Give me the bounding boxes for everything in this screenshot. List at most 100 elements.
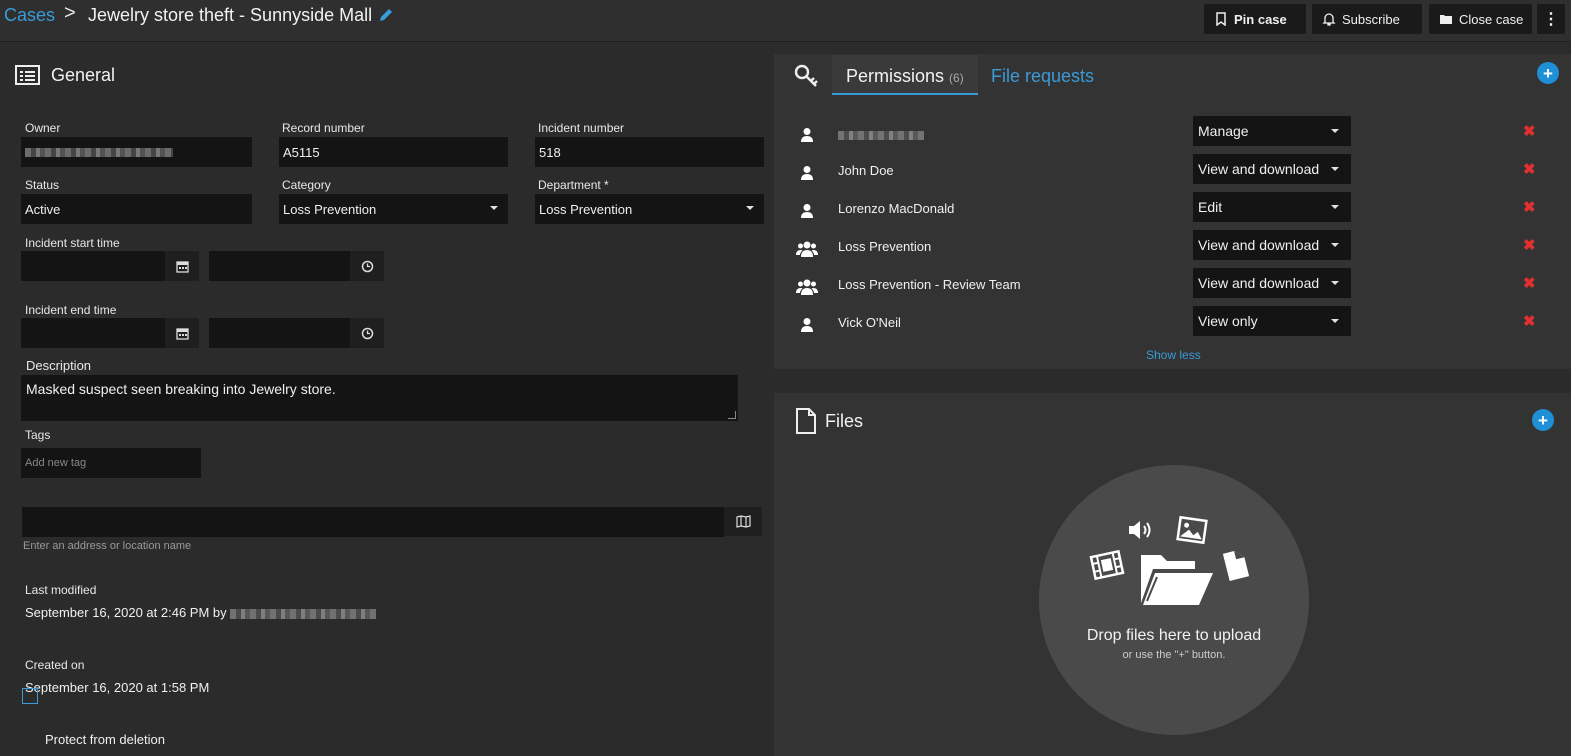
pin-case-label: Pin case [1234,11,1287,27]
clock-icon [361,327,373,339]
permission-name: Loss Prevention - Review Team [838,277,1021,292]
bell-icon [1322,13,1336,26]
incident-start-label: Incident start time [25,236,120,250]
remove-permission-icon[interactable]: ✖ [1523,198,1536,216]
end-time-input[interactable] [209,318,350,348]
permission-value: View and download [1198,237,1320,253]
location-input[interactable] [22,507,724,537]
pencil-icon[interactable] [378,7,394,23]
status-field[interactable]: Active [21,194,252,224]
incident-end-label: Incident end time [25,303,117,317]
calendar-icon [175,260,189,273]
incident-number-field[interactable]: 518 [535,137,764,167]
pin-case-button[interactable]: Pin case [1204,4,1306,34]
permission-row: John Doe View and download ✖ [774,154,1571,192]
category-select[interactable]: Loss Prevention [279,194,508,224]
file-drop-zone[interactable]: Drop files here to upload or use the "+"… [1039,465,1309,735]
permission-select[interactable]: View and download [1193,268,1351,298]
end-date-picker-button[interactable] [165,318,199,348]
tab-permissions[interactable]: Permissions (6) [832,55,978,95]
film-icon [1089,549,1125,584]
user-icon [800,317,814,338]
caret-down-icon [1331,243,1339,247]
redacted-modifier [230,608,377,619]
breadcrumb-cases-link[interactable]: Cases [4,5,55,26]
remove-permission-icon[interactable]: ✖ [1523,236,1536,254]
files-title: Files [825,411,864,431]
page-title: Jewelry store theft - Sunnyside Mall [88,5,373,25]
description-textarea[interactable]: Masked suspect seen breaking into Jewelr… [21,375,738,421]
owner-field[interactable] [21,137,252,167]
drop-zone-title: Drop files here to upload [1086,627,1262,644]
record-number-field[interactable]: A5115 [279,137,508,167]
start-time-input[interactable] [209,251,350,281]
permission-select[interactable]: View and download [1193,230,1351,260]
end-time-picker-button[interactable] [350,318,384,348]
permission-value: Edit [1198,199,1223,215]
status-label: Status [25,178,60,192]
file-icon [1222,549,1250,586]
user-icon [800,127,814,148]
permission-value: View only [1198,313,1258,329]
open-folder-icon [1139,551,1215,612]
permission-name: Lorenzo MacDonald [838,201,955,216]
resize-handle-icon[interactable] [728,411,736,419]
bookmark-icon [1216,12,1226,26]
start-time-picker-button[interactable] [350,251,384,281]
created-on-label: Created on [25,658,85,672]
permission-select[interactable]: View only [1193,306,1351,336]
permission-value: Manage [1198,123,1249,139]
document-icon [795,408,817,439]
user-icon [800,165,814,186]
permission-row: Loss Prevention - Review Team View and do… [774,268,1571,306]
image-icon [1176,515,1208,548]
add-permission-button[interactable]: + [1537,62,1559,84]
permission-select[interactable]: Manage [1193,116,1351,146]
end-date-input[interactable] [21,318,165,348]
remove-permission-icon[interactable]: ✖ [1523,122,1536,140]
caret-down-icon [1331,281,1339,285]
remove-permission-icon[interactable]: ✖ [1523,160,1536,178]
permission-name: Vick O'Neil [838,315,901,330]
start-date-picker-button[interactable] [165,251,199,281]
permission-row: Vick O'Neil View only ✖ [774,306,1571,344]
permission-select[interactable]: Edit [1193,192,1351,222]
tab-file-requests[interactable]: File requests [991,66,1094,87]
permission-value: View and download [1198,161,1320,177]
speaker-icon [1127,519,1155,546]
permission-row: Lorenzo MacDonald Edit ✖ [774,192,1571,230]
map-button[interactable] [724,507,762,536]
add-file-button[interactable]: + [1532,409,1554,431]
caret-down-icon [490,206,498,210]
protect-checkbox[interactable] [22,688,38,704]
remove-permission-icon[interactable]: ✖ [1523,274,1536,292]
close-case-button[interactable]: Close case [1429,4,1532,34]
top-bar: Cases > Jewelry store theft - Sunnyside … [0,0,1571,42]
record-number-label: Record number [282,121,365,135]
location-hint: Enter an address or location name [23,540,192,552]
clock-icon [361,260,373,272]
description-value: Masked suspect seen breaking into Jewelr… [26,381,336,397]
owner-label: Owner [25,121,61,135]
map-icon [735,515,751,528]
permission-value: View and download [1198,275,1320,291]
last-modified-text: September 16, 2020 at 2:46 PM by [25,605,227,620]
permissions-count: (6) [949,71,964,85]
caret-down-icon [1331,205,1339,209]
redacted-owner [25,147,173,157]
tags-input[interactable]: Add new tag [21,448,201,478]
start-date-input[interactable] [21,251,165,281]
key-icon [794,64,820,93]
department-select[interactable]: Loss Prevention [535,194,764,224]
subscribe-button[interactable]: Subscribe [1312,4,1422,34]
folder-icon [1440,15,1452,24]
permission-select[interactable]: View and download [1193,154,1351,184]
close-case-label: Close case [1459,11,1524,27]
more-options-button[interactable]: ⋮ [1537,4,1565,34]
last-modified-value: September 16, 2020 at 2:46 PM by [25,605,377,620]
calendar-icon [175,327,189,340]
remove-permission-icon[interactable]: ✖ [1523,312,1536,330]
category-value: Loss Prevention [283,201,377,217]
department-value: Loss Prevention [539,201,633,217]
show-less-link[interactable]: Show less [1146,348,1201,362]
